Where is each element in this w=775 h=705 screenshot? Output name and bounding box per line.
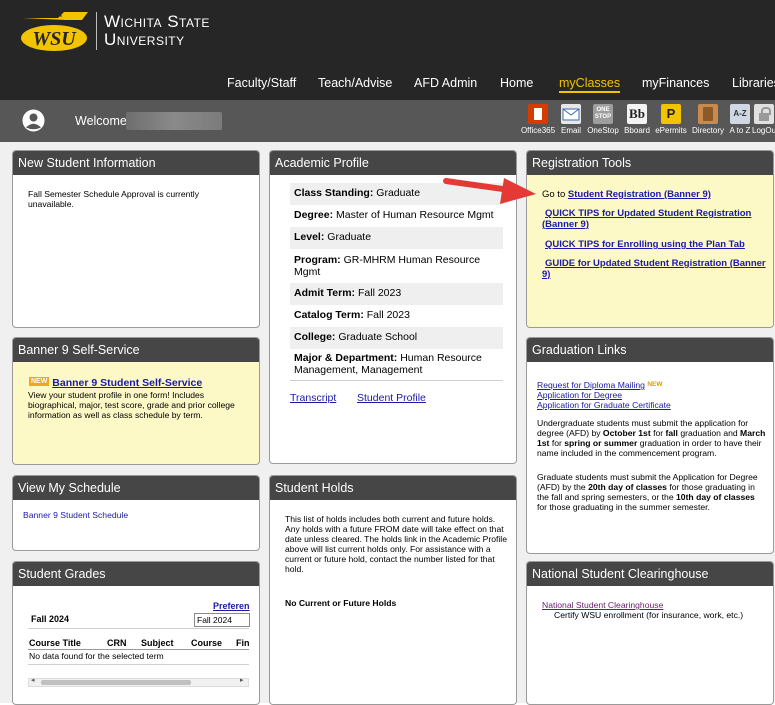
banner9-schedule-link[interactable]: Banner 9 Student Schedule bbox=[23, 510, 128, 520]
view-schedule-panel: View My Schedule Banner 9 Student Schedu… bbox=[12, 475, 260, 551]
wsu-logo[interactable]: WSU bbox=[18, 10, 90, 54]
banner9-description: View your student profile in one form! I… bbox=[28, 390, 235, 420]
clearinghouse-panel: National Student Clearinghouse National … bbox=[526, 561, 774, 705]
new-badge: NEW bbox=[29, 377, 50, 386]
tool-epermits[interactable]: P ePermits bbox=[652, 104, 690, 135]
banner9-link-row: NEW Banner 9 Student Self-Service bbox=[29, 377, 202, 389]
quick-tips-plan-tab-link[interactable]: QUICK TIPS for Enrolling using the Plan … bbox=[545, 239, 745, 250]
col-final: Fin bbox=[236, 638, 250, 648]
university-name-line1: Wichita State bbox=[104, 12, 210, 31]
profile-row-admit-term: Admit Term: Fall 2023 bbox=[290, 283, 503, 305]
registration-tools-panel: Registration Tools Go to Student Registr… bbox=[526, 150, 774, 328]
logo-mark-text: WSU bbox=[32, 28, 77, 50]
blackboard-icon: Bb bbox=[627, 104, 647, 124]
new-tag: NEW bbox=[647, 381, 663, 388]
nav-afd-admin[interactable]: AFD Admin bbox=[414, 76, 477, 90]
nav-faculty-staff[interactable]: Faculty/Staff bbox=[227, 76, 296, 90]
no-holds-message: No Current or Future Holds bbox=[285, 598, 397, 608]
tool-onestop[interactable]: ONE STOP OneStop bbox=[584, 104, 622, 135]
scroll-left-icon[interactable]: ◂ bbox=[31, 676, 35, 684]
grades-preferences-link[interactable]: Preferen bbox=[213, 601, 250, 611]
grades-term-label: Fall 2024 bbox=[31, 614, 70, 624]
nav-myfinances[interactable]: myFinances bbox=[642, 76, 709, 90]
quick-tips-registration-link[interactable]: QUICK TIPS for Updated Student Registrat… bbox=[542, 208, 767, 230]
transcript-link[interactable]: Transcript bbox=[290, 392, 336, 404]
wsu-shocker-logo-icon: WSU bbox=[21, 12, 88, 51]
guide-registration-link[interactable]: GUIDE for Updated Student Registration (… bbox=[542, 258, 770, 280]
term-select-value: Fall 2024 bbox=[197, 615, 232, 625]
grades-divider-bottom bbox=[28, 664, 249, 665]
go-to-prefix: Go to bbox=[542, 189, 566, 200]
schedule-approval-message: Fall Semester Schedule Approval is curre… bbox=[28, 189, 199, 209]
nav-teach-advise[interactable]: Teach/Advise bbox=[318, 76, 392, 90]
tool-label: Bboard bbox=[624, 126, 650, 135]
graduate-deadline-text: Graduate students must submit the Applic… bbox=[537, 472, 758, 512]
grades-divider-top bbox=[28, 628, 249, 629]
banner9-panel: Banner 9 Self-Service NEW Banner 9 Stude… bbox=[12, 337, 260, 465]
new-student-panel: New Student Information Fall Semester Sc… bbox=[12, 150, 260, 328]
tool-label: LogOut bbox=[752, 126, 775, 135]
panel-title: Graduation Links bbox=[527, 338, 773, 362]
col-course: Course bbox=[191, 638, 223, 648]
holds-description: This list of holds includes both current… bbox=[285, 514, 507, 574]
nav-myclasses[interactable]: myClasses bbox=[559, 76, 621, 93]
redacted-username bbox=[126, 112, 222, 130]
grades-term-select[interactable]: Fall 2024 bbox=[194, 613, 250, 627]
undergraduate-deadline-text: Undergraduate students must submit the a… bbox=[537, 418, 766, 458]
panel-title: National Student Clearinghouse bbox=[527, 562, 773, 586]
tool-logout[interactable]: LogOut bbox=[752, 104, 775, 135]
onestop-icon: ONE STOP bbox=[593, 104, 613, 124]
user-avatar-icon[interactable] bbox=[22, 109, 45, 132]
profile-row-level: Level: Graduate bbox=[290, 227, 503, 249]
tool-label: OneStop bbox=[587, 126, 619, 135]
clearinghouse-link[interactable]: National Student Clearinghouse bbox=[542, 600, 663, 610]
banner9-self-service-link[interactable]: Banner 9 Student Self-Service bbox=[52, 377, 202, 389]
student-grades-panel: Student Grades Preferen Fall 2024 Fall 2… bbox=[12, 561, 260, 705]
panel-title: View My Schedule bbox=[13, 476, 259, 500]
panel-title: Student Grades bbox=[13, 562, 259, 586]
application-for-degree-link[interactable]: Application for Degree bbox=[537, 390, 671, 400]
student-holds-panel: Student Holds This list of holds include… bbox=[269, 475, 517, 705]
student-registration-link[interactable]: Student Registration (Banner 9) bbox=[568, 189, 711, 200]
grades-empty-message: No data found for the selected term bbox=[29, 651, 164, 661]
grades-horizontal-scrollbar[interactable]: ◂ ▸ bbox=[28, 676, 249, 687]
scroll-right-icon[interactable]: ▸ bbox=[240, 676, 244, 684]
graduation-link-list: Request for Diploma Mailing NEW Applicat… bbox=[537, 380, 671, 410]
panel-title: New Student Information bbox=[13, 151, 259, 175]
tool-bboard[interactable]: Bb Bboard bbox=[618, 104, 656, 135]
grades-header-divider bbox=[28, 649, 249, 650]
office365-icon bbox=[528, 104, 548, 124]
profile-row-major-department: Major & Department: Human Resource Manag… bbox=[290, 349, 503, 381]
col-course-title: Course Title bbox=[29, 638, 81, 648]
main-nav: Faculty/Staff Teach/Advise AFD Admin Hom… bbox=[0, 68, 775, 100]
lock-icon bbox=[754, 104, 774, 124]
panel-title: Banner 9 Self-Service bbox=[13, 338, 259, 362]
site-header: WSU Wichita State University bbox=[0, 0, 775, 68]
student-profile-link[interactable]: Student Profile bbox=[357, 392, 426, 404]
nav-home[interactable]: Home bbox=[500, 76, 533, 90]
email-icon bbox=[561, 104, 581, 124]
panel-title: Student Holds bbox=[270, 476, 516, 500]
profile-row-catalog-term: Catalog Term: Fall 2023 bbox=[294, 309, 410, 321]
university-name-line2: University bbox=[104, 30, 185, 49]
tool-label: ePermits bbox=[655, 126, 687, 135]
scrollbar-thumb[interactable] bbox=[41, 680, 191, 685]
logo-divider bbox=[96, 12, 97, 50]
panel-title: Registration Tools bbox=[527, 151, 773, 175]
annotation-arrow-icon bbox=[443, 178, 536, 204]
profile-row-program: Program: GR-MHRM Human Resource Mgmt bbox=[294, 254, 481, 278]
epermits-icon: P bbox=[661, 104, 681, 124]
nav-libraries[interactable]: Libraries bbox=[732, 76, 775, 90]
diploma-mailing-link[interactable]: Request for Diploma Mailing bbox=[537, 380, 645, 390]
col-subject: Subject bbox=[141, 638, 174, 648]
welcome-label: Welcome, bbox=[75, 114, 131, 128]
go-to-registration: Go to Student Registration (Banner 9) bbox=[542, 189, 711, 200]
graduate-certificate-link[interactable]: Application for Graduate Certificate bbox=[537, 400, 671, 410]
directory-icon bbox=[698, 104, 718, 124]
atoz-icon: A-Z bbox=[730, 104, 750, 124]
clearinghouse-description: Certify WSU enrollment (for insurance, w… bbox=[554, 610, 744, 620]
graduation-links-panel: Graduation Links Request for Diploma Mai… bbox=[526, 337, 774, 554]
profile-row-college: College: Graduate School bbox=[290, 327, 503, 349]
col-crn: CRN bbox=[107, 638, 127, 648]
